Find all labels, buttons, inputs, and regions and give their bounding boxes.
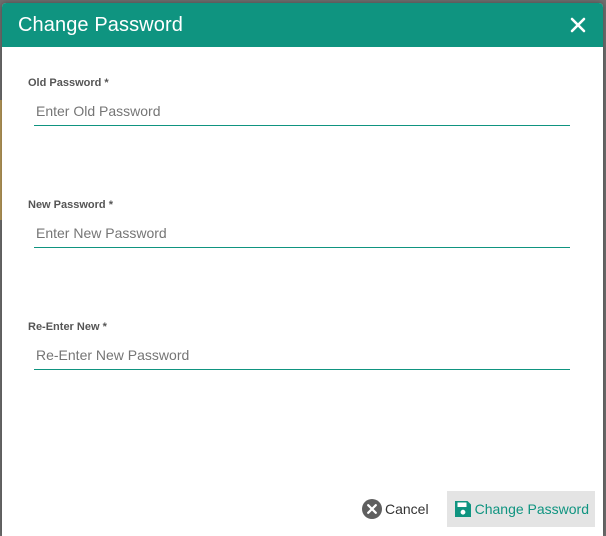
cancel-label: Cancel [385, 501, 429, 517]
reenter-password-label: Re-Enter New * [28, 321, 107, 333]
cancel-circle-icon [362, 499, 382, 519]
change-password-dialog: Change Password Old Password * New Passw… [2, 3, 603, 536]
dialog-title: Change Password [18, 13, 183, 36]
old-password-field: Old Password * [28, 77, 570, 126]
dialog-footer: Cancel Change Password [362, 491, 595, 527]
reenter-password-input[interactable] [34, 347, 570, 370]
new-password-label: New Password * [28, 199, 113, 211]
change-password-button[interactable]: Change Password [446, 491, 595, 527]
dialog-header: Change Password [2, 3, 603, 47]
reenter-password-field: Re-Enter New * [28, 321, 570, 370]
old-password-label: Old Password * [28, 77, 109, 89]
new-password-input[interactable] [34, 225, 570, 248]
close-button[interactable] [567, 14, 589, 36]
old-password-input[interactable] [34, 103, 570, 126]
close-icon [570, 17, 586, 33]
change-password-label: Change Password [474, 501, 589, 517]
cancel-button[interactable]: Cancel [362, 499, 429, 519]
save-icon [454, 500, 472, 518]
new-password-field: New Password * [28, 199, 570, 248]
